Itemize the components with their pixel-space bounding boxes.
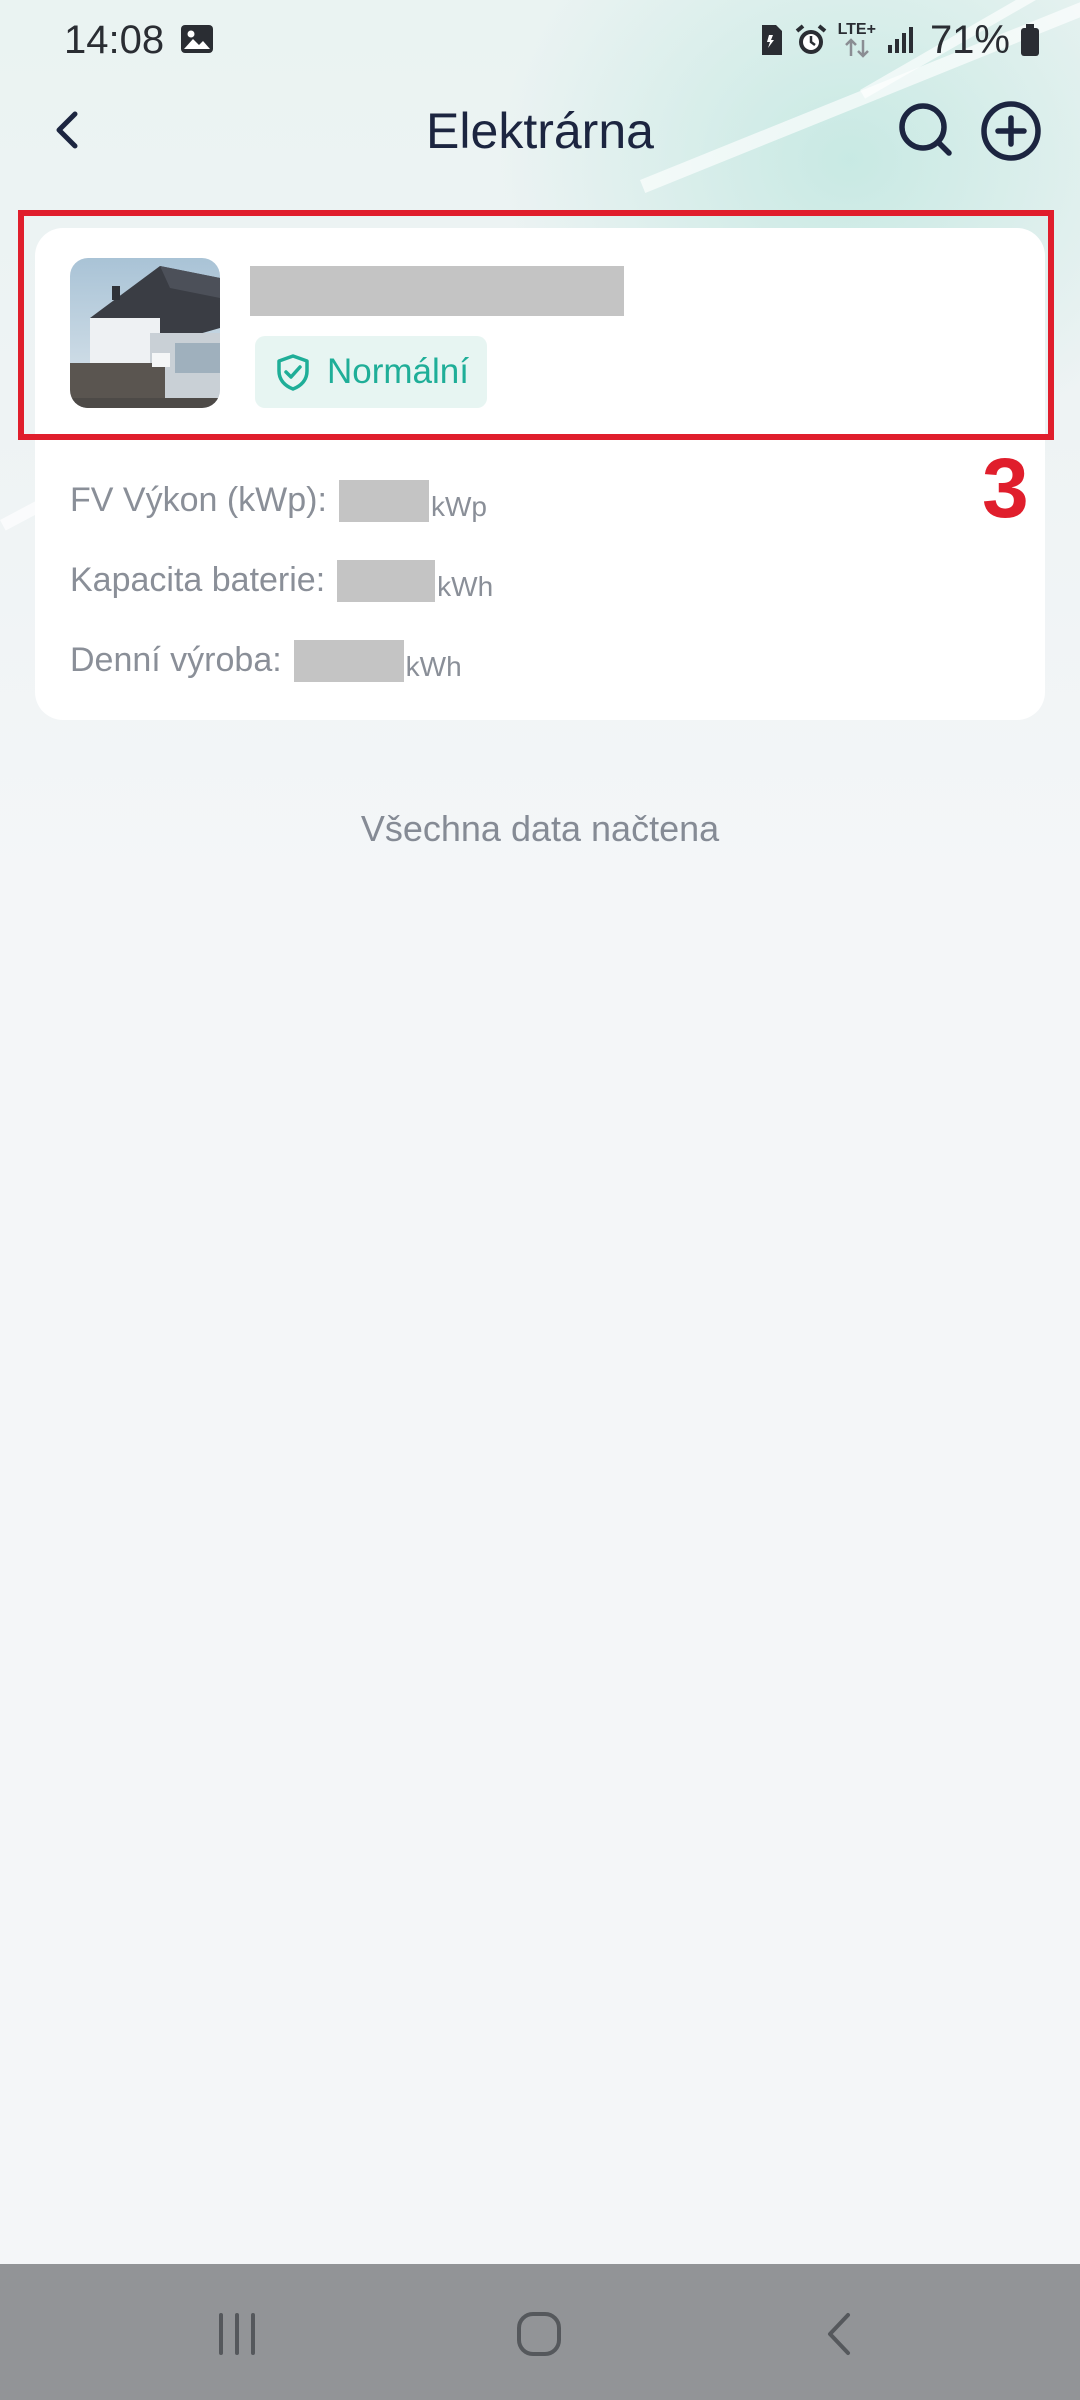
all-data-loaded-text: Všechna data načtena xyxy=(360,808,720,849)
add-plant-button[interactable] xyxy=(980,100,1042,162)
signal-icon xyxy=(886,25,916,55)
status-time: 14:08 xyxy=(64,18,165,62)
gallery-icon xyxy=(180,24,214,54)
pv-power-row: FV Výkon (kWp): kWp xyxy=(70,478,487,522)
battery-capacity-label: Kapacita baterie: xyxy=(70,561,326,599)
battery-capacity-unit: kWh xyxy=(437,571,494,602)
pv-power-unit: kWp xyxy=(430,491,487,522)
system-navigation-bar xyxy=(0,2264,1080,2400)
search-icon xyxy=(899,103,952,156)
app-bar: Elektrárna xyxy=(0,80,1080,180)
plus-circle-icon xyxy=(981,101,1041,161)
battery-capacity-row: Kapacita baterie: kWh xyxy=(70,558,493,602)
network-type: LTE+ xyxy=(837,21,876,38)
sim-icon xyxy=(758,23,784,57)
battery-capacity-value-redacted xyxy=(337,560,436,602)
daily-production-unit: kWh xyxy=(405,651,462,682)
daily-production-row: Denní výroba: kWh xyxy=(70,638,462,682)
recent-apps-icon xyxy=(219,2313,255,2355)
battery-percent: 71% xyxy=(929,17,1010,62)
home-icon xyxy=(517,2312,561,2356)
nav-back-button[interactable] xyxy=(801,2294,881,2374)
back-icon xyxy=(828,2313,850,2355)
recent-apps-button[interactable] xyxy=(197,2294,277,2374)
search-button[interactable] xyxy=(896,100,956,160)
home-button[interactable] xyxy=(499,2294,579,2374)
pv-power-label: FV Výkon (kWp): xyxy=(70,481,327,519)
pv-power-value-redacted xyxy=(338,480,429,522)
annotation-number: 3 xyxy=(982,441,1029,535)
battery-icon xyxy=(1020,23,1040,57)
daily-production-label: Denní výroba: xyxy=(70,641,282,679)
annotation-highlight-box xyxy=(18,210,1054,440)
data-arrows-icon: LTE+ xyxy=(838,22,876,58)
daily-production-value-redacted xyxy=(293,640,404,682)
status-bar: 14:08 LTE+ 71% xyxy=(0,0,1080,80)
alarm-icon xyxy=(794,23,828,57)
